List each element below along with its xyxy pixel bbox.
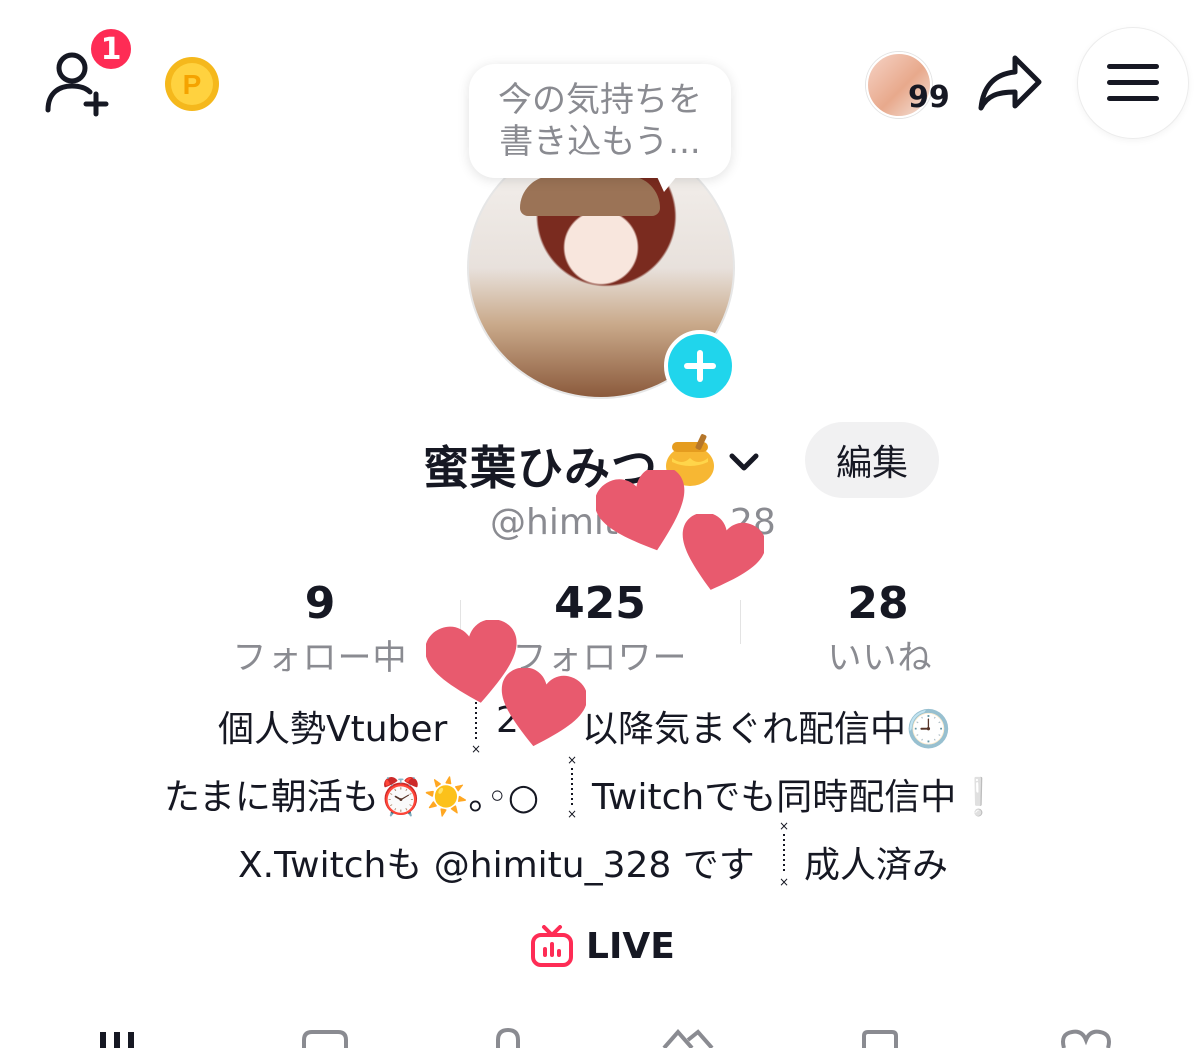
reposts-tab-icon[interactable] <box>298 1028 352 1048</box>
menu-icon <box>1107 64 1159 101</box>
live-label: LIVE <box>586 925 675 967</box>
coin-icon: P <box>165 57 219 111</box>
likes-label[interactable]: いいね <box>800 630 960 679</box>
collections-tab-icon[interactable] <box>660 1028 716 1048</box>
profile-visitors-count[interactable]: 99 <box>908 80 950 115</box>
svg-text:×: × <box>779 820 789 833</box>
plus-icon <box>684 350 716 382</box>
bubble-tail <box>654 170 682 192</box>
bio-line-3b: 成人済み <box>804 845 949 886</box>
menu-button[interactable] <box>1078 28 1188 138</box>
svg-text:×: × <box>567 807 577 820</box>
mood-status-bubble[interactable]: 今の気持ちを 書き込もう... <box>469 64 731 178</box>
svg-text:×: × <box>471 742 481 756</box>
following-count[interactable]: 9 <box>260 578 380 629</box>
dotted-divider: × × <box>779 820 789 888</box>
followers-count[interactable]: 425 <box>520 578 680 629</box>
following-label[interactable]: フォロー中 <box>220 630 420 679</box>
edit-profile-button[interactable]: 編集 <box>805 422 939 498</box>
bio-line-1b: 以降気まぐれ配信中🕘 <box>582 709 951 750</box>
live-tv-icon <box>531 925 573 967</box>
dotted-divider: × × <box>567 754 577 820</box>
share-icon <box>978 55 1042 111</box>
dotted-divider: × <box>471 702 481 756</box>
coin-button[interactable]: P <box>164 56 220 112</box>
add-story-button[interactable] <box>664 330 736 402</box>
chevron-down-icon[interactable] <box>726 444 762 480</box>
saved-tab-icon[interactable] <box>858 1028 902 1048</box>
stats-divider <box>740 600 741 644</box>
bio-line-2b: Twitchでも同時配信中❕ <box>592 777 1002 818</box>
bio-line-2a: たまに朝活も⏰☀️｡◦○ <box>164 777 540 818</box>
share-button[interactable] <box>975 52 1045 114</box>
svg-text:×: × <box>567 754 577 767</box>
likes-count[interactable]: 28 <box>818 578 938 629</box>
live-button[interactable]: LIVE <box>530 924 675 968</box>
mood-placeholder: 今の気持ちを 書き込もう... <box>498 80 702 162</box>
bio-line-1a: 個人勢Vtuber <box>218 709 448 750</box>
heart-sticker <box>501 668 586 747</box>
private-tab-icon[interactable] <box>488 1028 528 1048</box>
liked-tab-icon[interactable] <box>1058 1028 1114 1048</box>
bio-line-3a: X.Twitchも @himitu_328 です <box>238 845 755 886</box>
heart-sticker <box>682 514 764 590</box>
avatar-artwork <box>520 176 660 216</box>
videos-tab-icon[interactable] <box>96 1028 146 1048</box>
svg-text:P: P <box>183 69 202 100</box>
notification-badge: 1 <box>88 26 134 72</box>
svg-text:×: × <box>779 875 789 888</box>
